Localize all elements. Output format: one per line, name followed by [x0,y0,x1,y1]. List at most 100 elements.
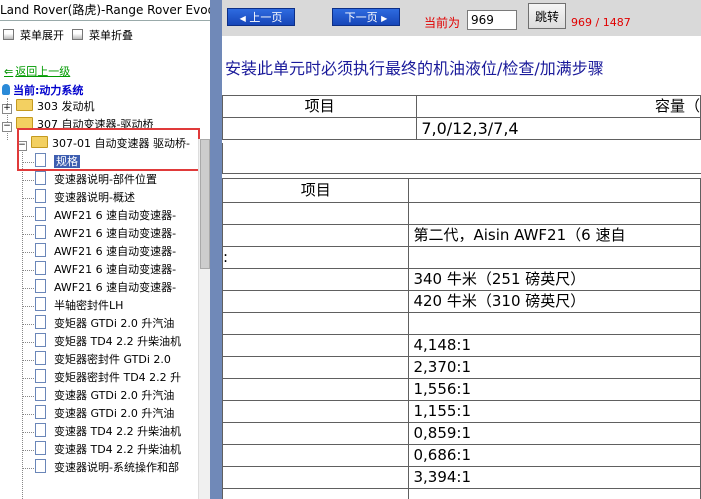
spec-table: 项目 第二代，Aisin AWF21（6 速自:340 牛米（251 磅英尺） 4… [222,178,701,499]
tree-leaf-item[interactable]: AWF21 6 速自动变速器- [35,225,176,242]
value-cell [408,488,701,499]
expand-plus-icon[interactable]: + [2,104,12,114]
document-icon [35,297,46,311]
back-up-link[interactable]: ⇐ 返回上一级 [4,63,70,79]
table-row [222,202,701,225]
value-cell: 4,148:1 [408,334,701,357]
panel-divider[interactable] [210,0,222,499]
tree-scrollbar[interactable] [198,139,210,499]
highlight-box [17,128,200,171]
tree-leaf-label: 变矩器密封件 GTDi 2.0 [54,353,171,366]
page-number-input[interactable] [467,10,517,30]
value-cell: 1,556:1 [408,378,701,401]
header-item-cell: 项目 [222,95,418,118]
document-icon [35,405,46,419]
tree-line [23,234,34,235]
prev-page-button[interactable]: ◀ 上一页 [227,8,295,26]
table-row: 420 牛米（310 磅英尺） [222,290,701,313]
value-cell: 420 牛米（310 磅英尺） [408,290,701,313]
table-cell [222,400,410,423]
next-page-label: 下一页 [344,11,378,24]
table-cell [222,202,410,225]
document-icon [35,441,46,455]
table-row: 2,370:1 [222,356,701,379]
tree-leaf-item[interactable]: 变速器说明-概述 [35,189,135,206]
tree-leaf-item[interactable]: AWF21 6 速自动变速器- [35,207,176,224]
tree-line [23,306,34,307]
table-row: 项目 [222,178,701,203]
value-cell: 3,394:1 [408,466,701,489]
table-row: 3,394:1 [222,466,701,489]
tree-leaf-label: AWF21 6 速自动变速器- [54,209,177,222]
tree-leaf-item[interactable]: 变速器 TD4 2.2 升柴油机 [35,441,181,458]
tree-line [23,270,34,271]
tree-node-303[interactable]: +303 发动机 [2,98,95,115]
table-cell [222,444,410,467]
value-cell: 2,370:1 [408,356,701,379]
table-cell: : [222,246,410,269]
value-cell [408,202,701,225]
tree-leaf-item[interactable]: AWF21 6 速自动变速器- [35,279,176,296]
tree-leaf-item[interactable]: 变速器说明-系统操作和部 [35,459,179,476]
expand-icon [3,29,14,40]
table-cell [222,224,410,247]
document-icon [35,423,46,437]
value-cell: 1,155:1 [408,400,701,423]
value-cell: 第二代，Aisin AWF21（6 速自 [408,224,701,247]
tree-leaf-item[interactable]: AWF21 6 速自动变速器- [35,243,176,260]
table-cell [222,422,410,445]
header-capacity-cell: 容量（ [416,95,701,118]
document-icon [35,261,46,275]
header-item-cell: 项目 [222,178,410,203]
tree-line [23,396,34,397]
tree-line [23,378,34,379]
document-icon [35,369,46,383]
capacity-value-cell: 7,0/12,3/7,4 [416,117,701,140]
page-total: 969 / 1487 [571,16,631,29]
document-icon [35,243,46,257]
tree-line [23,450,34,451]
procedure-heading: 安装此单元时必须执行最终的机油液位/检查/加满步骤 [225,59,604,78]
tree-leaf-item[interactable]: 半轴密封件LH [35,297,123,314]
tree-leaf-label: 变速器说明-部件位置 [54,173,157,186]
tree-line [23,360,34,361]
value-cell: 340 牛米（251 磅英尺） [408,268,701,291]
tree-leaf-item[interactable]: 变矩器密封件 GTDi 2.0 [35,351,171,368]
scrollbar-thumb[interactable] [200,139,210,269]
back-up-label: 返回上一级 [15,65,71,78]
tree-leaf-item[interactable]: 变速器 GTDi 2.0 升汽油 [35,387,174,404]
menu-expand-button[interactable]: 菜单展开 [3,27,64,43]
collapse-icon [72,29,83,40]
current-page-label: 当前为 [424,16,461,30]
tree-leaf-label: AWF21 6 速自动变速器- [54,263,177,276]
spacer-row [222,143,701,174]
tree-line [23,198,34,199]
value-cell: 0,859:1 [408,422,701,445]
tree-leaf-item[interactable]: 变速器 TD4 2.2 升柴油机 [35,423,181,440]
tree-line [23,342,34,343]
next-page-button[interactable]: 下一页 ▶ [332,8,400,26]
table-cell [408,178,701,203]
tree-leaf-item[interactable]: 变矩器密封件 TD4 2.2 升 [35,369,181,386]
tree-leaf-item[interactable]: 变速器 GTDi 2.0 升汽油 [35,405,174,422]
tree-leaf-item[interactable]: 变速器说明-部件位置 [35,171,157,188]
jump-button[interactable]: 跳转 [528,3,566,29]
tree-leaf-label: 变速器 TD4 2.2 升柴油机 [54,443,182,456]
table-cell [222,466,410,489]
current-location-label: 当前:动力系统 [13,84,84,97]
tree-leaf-item[interactable]: AWF21 6 速自动变速器- [35,261,176,278]
table-row: 340 牛米（251 磅英尺） [222,268,701,291]
table-row: : [222,246,701,269]
document-icon [35,333,46,347]
tree-leaf-label: 半轴密封件LH [54,299,124,312]
table-row [222,312,701,335]
menu-collapse-button[interactable]: 菜单折叠 [72,27,133,43]
menu-collapse-label: 菜单折叠 [89,29,133,42]
tree-leaf-item[interactable]: 变矩器 GTDi 2.0 升汽油 [35,315,174,332]
tree-line [23,324,34,325]
document-icon [35,387,46,401]
collapse-minus-icon[interactable]: − [2,122,12,132]
table-row [222,488,701,499]
tree-leaf-item[interactable]: 变矩器 TD4 2.2 升柴油机 [35,333,181,350]
current-location: 当前:动力系统 [2,82,83,98]
